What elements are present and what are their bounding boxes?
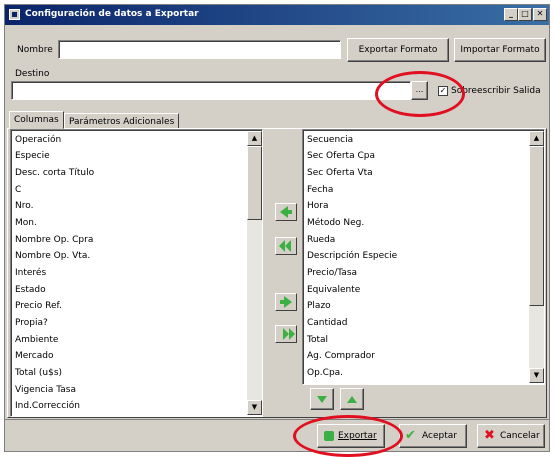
scroll-thumb[interactable] xyxy=(247,146,262,220)
list-item[interactable]: Mercado xyxy=(15,348,54,364)
list-item[interactable]: Rueda xyxy=(307,232,335,248)
list-item[interactable]: Equivalente xyxy=(307,282,360,298)
list-item[interactable]: Nombre Op. Cpra xyxy=(15,232,93,248)
tab-columnas[interactable]: Columnas xyxy=(9,111,64,129)
scroll-up-icon[interactable]: ▲ xyxy=(247,131,262,146)
list-item[interactable]: C xyxy=(15,182,21,198)
list-item[interactable]: Ambiente xyxy=(15,332,58,348)
list-item[interactable]: Total xyxy=(307,332,328,348)
list-item[interactable]: Interés xyxy=(15,265,46,281)
list-item[interactable]: Total (u$s) xyxy=(15,365,62,381)
cancelar-button[interactable]: ✖ Cancelar xyxy=(477,424,545,448)
scroll-down-icon[interactable]: ▼ xyxy=(529,368,544,383)
list-item[interactable]: Cantidad xyxy=(307,315,347,331)
move-up-icon xyxy=(347,396,357,403)
exportar-button[interactable]: Exportar xyxy=(317,424,385,448)
move-left-button[interactable] xyxy=(275,203,297,221)
double-arrow-left-icon xyxy=(279,240,291,252)
window-title: Configuración de datos a Exportar xyxy=(25,9,199,19)
list-item[interactable]: Fecha xyxy=(307,182,333,198)
minimize-icon[interactable]: _ xyxy=(504,8,518,21)
list-item[interactable]: Precio/Tasa xyxy=(307,265,357,281)
nombre-label: Nombre xyxy=(17,45,53,55)
browse-button[interactable]: ... xyxy=(411,81,428,100)
destino-input[interactable] xyxy=(11,81,411,100)
list-item[interactable]: Hora xyxy=(307,198,329,214)
available-columns-list[interactable]: Operación Especie Desc. corta Título C N… xyxy=(10,129,263,417)
aceptar-button[interactable]: ✔ Aceptar xyxy=(399,424,467,448)
list-item[interactable]: Sec Oferta Cpa xyxy=(307,148,375,164)
list-item[interactable]: Ag. Comprador xyxy=(307,348,375,364)
bottom-bar xyxy=(5,419,549,451)
list-item[interactable]: Op.Cpa. xyxy=(307,365,343,381)
move-down-button[interactable] xyxy=(310,388,334,410)
selected-columns-list[interactable]: Secuencia Sec Oferta Cpa Sec Oferta Vta … xyxy=(302,129,545,385)
scroll-down-icon[interactable]: ▼ xyxy=(247,400,262,415)
scroll-thumb[interactable] xyxy=(529,146,544,306)
list-item[interactable]: Ind.Corrección xyxy=(15,398,80,414)
nombre-input[interactable] xyxy=(58,40,341,59)
double-arrow-right-icon xyxy=(283,328,295,340)
arrow-right-icon xyxy=(280,296,292,308)
move-right-button[interactable] xyxy=(275,293,297,311)
list-item[interactable]: Desc. corta Título xyxy=(15,165,94,181)
list-item[interactable]: Operación xyxy=(15,132,61,148)
scroll-up-icon[interactable]: ▲ xyxy=(529,131,544,146)
list-item[interactable]: Descripción Especie xyxy=(307,248,397,264)
list-item[interactable]: Nro. xyxy=(15,198,33,214)
move-all-left-button[interactable] xyxy=(275,237,297,255)
list-item[interactable]: Propia? xyxy=(15,315,48,331)
exportar-formato-button[interactable]: Exportar Formato xyxy=(347,38,449,62)
left-scrollbar[interactable]: ▲ ▼ xyxy=(247,131,262,415)
list-item[interactable]: Plazo xyxy=(307,298,331,314)
list-item[interactable]: Nombre Op. Vta. xyxy=(15,248,90,264)
list-item[interactable]: Mon. xyxy=(15,215,37,231)
list-item[interactable]: Vigencia Tasa xyxy=(15,382,76,398)
sobreescribir-label: Sobreescribir Salida xyxy=(451,86,541,96)
maximize-icon[interactable]: □ xyxy=(518,8,532,21)
destino-label: Destino xyxy=(15,69,50,79)
list-item[interactable]: Secuencia xyxy=(307,132,353,148)
list-item[interactable]: Precio Ref. xyxy=(15,298,62,314)
list-item[interactable]: Estado xyxy=(15,282,46,298)
check-icon: ✔ xyxy=(405,428,416,443)
list-item[interactable]: Sec Oferta Vta xyxy=(307,165,373,181)
list-item[interactable]: Método Neg. xyxy=(307,215,364,231)
title-bar[interactable]: Configuración de datos a Exportar _ □ ✕ xyxy=(5,5,549,25)
cancel-icon: ✖ xyxy=(484,428,495,443)
sobreescribir-checkbox[interactable]: ✓ xyxy=(438,86,448,96)
list-item[interactable]: Especie xyxy=(15,148,50,164)
importar-formato-button[interactable]: Importar Formato xyxy=(454,38,546,62)
move-up-button[interactable] xyxy=(340,388,364,410)
arrow-left-icon xyxy=(280,206,292,218)
right-scrollbar[interactable]: ▲ ▼ xyxy=(529,131,544,383)
export-config-window: Configuración de datos a Exportar _ □ ✕ … xyxy=(4,4,550,457)
move-down-icon xyxy=(317,396,327,403)
close-icon[interactable]: ✕ xyxy=(533,8,547,21)
export-icon xyxy=(324,431,334,441)
move-all-right-button[interactable] xyxy=(275,325,297,343)
tab-parametros-adicionales[interactable]: Parámetros Adicionales xyxy=(64,113,180,129)
app-icon xyxy=(9,9,20,20)
